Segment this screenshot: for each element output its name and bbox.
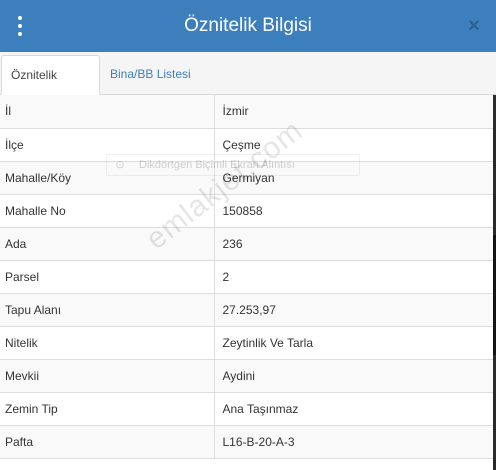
attribute-value: İzmir xyxy=(214,95,493,129)
attribute-value: Çeşme xyxy=(214,128,493,162)
attribute-key: Mahalle No xyxy=(0,194,215,228)
attribute-table: İl İzmir İlçe Çeşme Mahalle/Köy Germiyan… xyxy=(0,95,493,459)
attribute-value: Ana Taşınmaz xyxy=(214,392,493,426)
tab-bina-bb-listesi[interactable]: Bina/BB Listesi xyxy=(101,55,200,93)
attribute-value: Germiyan xyxy=(214,161,493,195)
close-icon[interactable]: × xyxy=(466,16,482,36)
table-row: İl İzmir xyxy=(0,95,493,129)
attribute-key: Parsel xyxy=(0,260,215,294)
table-row: Zemin Tip Ana Taşınmaz xyxy=(0,392,493,426)
attribute-value: 2 xyxy=(214,260,493,294)
tab-oznitelik-bilgisi[interactable]: Öznitelik Bilgisi xyxy=(1,55,100,120)
table-row: Nitelik Zeytinlik Ve Tarla xyxy=(0,326,493,360)
attribute-key: İlçe xyxy=(0,128,215,162)
table-row: Parsel 2 xyxy=(0,260,493,294)
attribute-key: İl xyxy=(0,95,215,129)
attribute-key: Zemin Tip xyxy=(0,392,215,426)
table-row: Mahalle/Köy Germiyan xyxy=(0,161,493,195)
attribute-key: Mevkii xyxy=(0,359,215,393)
dialog-title: Öznitelik Bilgisi xyxy=(184,15,312,36)
attribute-value: 27.253,97 xyxy=(214,293,493,327)
attribute-value: 150858 xyxy=(214,194,493,228)
attribute-value: Zeytinlik Ve Tarla xyxy=(214,326,493,360)
attribute-key: Pafta xyxy=(0,425,215,459)
attribute-value: 236 xyxy=(214,227,493,261)
attribute-key: Tapu Alanı xyxy=(0,293,215,327)
tab-bar: Öznitelik Bilgisi Bina/BB Listesi xyxy=(0,52,496,120)
dialog-header: Öznitelik Bilgisi × xyxy=(0,0,496,52)
attribute-value: Aydini xyxy=(214,359,493,393)
table-row: Mahalle No 150858 xyxy=(0,194,493,228)
table-row: Tapu Alanı 27.253,97 xyxy=(0,293,493,327)
table-row: İlçe Çeşme xyxy=(0,128,493,162)
table-row: Ada 236 xyxy=(0,227,493,261)
table-row: Pafta L16-B-20-A-3 xyxy=(0,425,493,459)
table-row: Mevkii Aydini xyxy=(0,359,493,393)
attribute-key: Nitelik xyxy=(0,326,215,360)
attribute-value: L16-B-20-A-3 xyxy=(214,425,493,459)
attribute-key: Ada xyxy=(0,227,215,261)
attribute-key: Mahalle/Köy xyxy=(0,161,215,195)
